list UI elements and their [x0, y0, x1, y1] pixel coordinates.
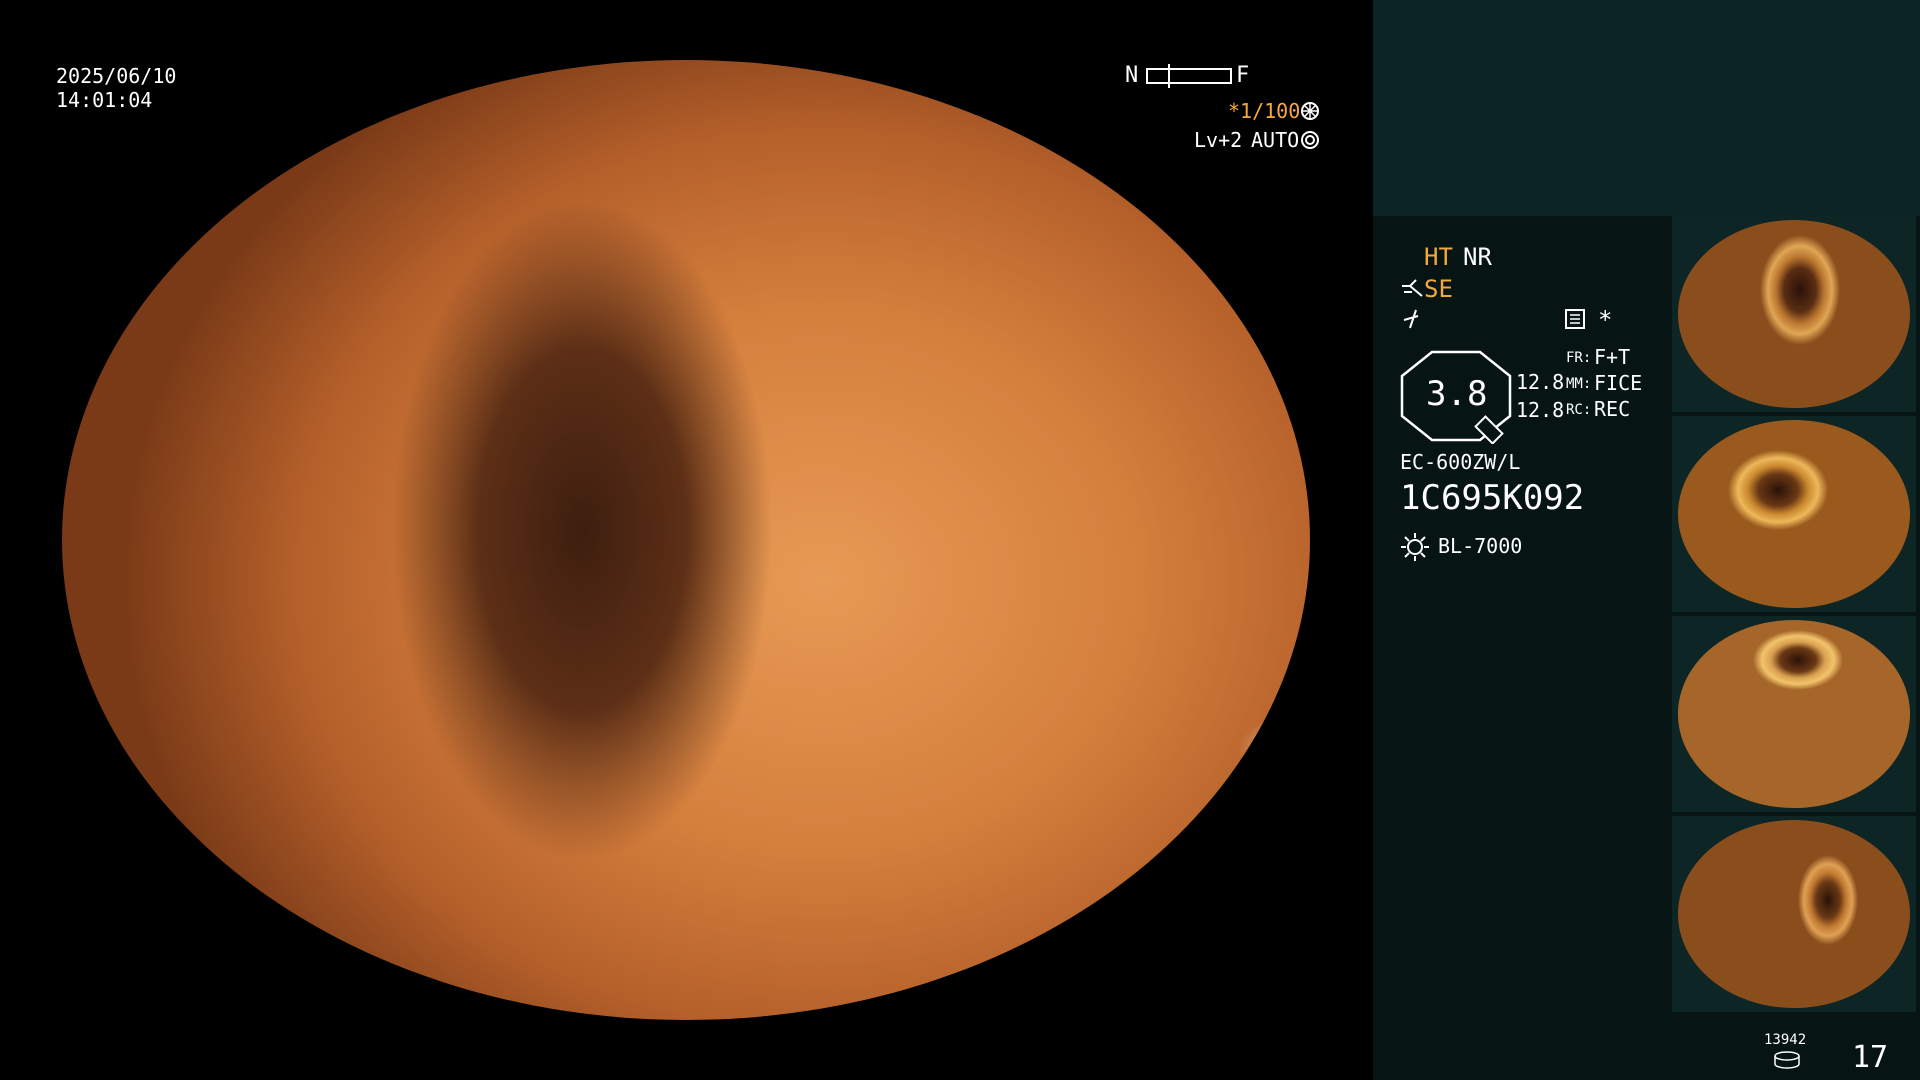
scope-serial: 1C695K092 [1400, 478, 1585, 518]
param-value-1: 12.8 [1516, 370, 1565, 394]
thumbnail-2[interactable] [1672, 416, 1916, 612]
brightness-level: Lv+2 [1194, 128, 1243, 152]
ht-indicator: HT [1424, 243, 1453, 271]
fr-label: FR: [1566, 350, 1592, 366]
thumbnail-1[interactable] [1672, 216, 1916, 412]
iris-mode: AUTO [1251, 128, 1300, 152]
focus-marker [1168, 64, 1170, 88]
storage-count: 13942 [1764, 1032, 1807, 1048]
thumbnail-3[interactable] [1672, 616, 1916, 812]
rc-label: RC: [1566, 402, 1592, 418]
endoscope-image [62, 60, 1310, 1020]
endoscope-view: 2025/06/10 14:01:04 N F *1/100 Lv+2 AUTO [0, 0, 1373, 1080]
time-text: 14:01:04 [56, 88, 153, 112]
param-value-2: 12.8 [1516, 398, 1565, 422]
scissors-icon [1402, 279, 1423, 297]
mm-value: FICE [1594, 371, 1643, 395]
lightning-icon [1403, 309, 1419, 329]
mm-label: MM: [1566, 376, 1592, 392]
rc-value: REC [1594, 397, 1631, 421]
shutter-speed: *1/100 [1228, 99, 1301, 123]
side-panel-header [1373, 0, 1920, 216]
nr-indicator: NR [1463, 243, 1492, 271]
focus-near-label: N [1125, 63, 1139, 88]
shutter-icon [1301, 102, 1319, 120]
light-source-model: BL-7000 [1438, 534, 1523, 558]
fr-value: F+T [1594, 345, 1631, 369]
zoom-value: 3.8 [1426, 374, 1488, 414]
thumbnail-4[interactable] [1672, 816, 1916, 1012]
iris-icon [1301, 131, 1319, 149]
settings-icon [1565, 309, 1585, 329]
focus-far-label: F [1236, 63, 1250, 88]
star-indicator: * [1598, 306, 1613, 334]
image-count: 17 [1852, 1040, 1889, 1075]
light-source-icon [1401, 533, 1429, 561]
se-indicator: SE [1424, 275, 1453, 303]
date-text: 2025/06/10 [56, 64, 177, 88]
focus-bar [1146, 64, 1232, 88]
scope-model: EC-600ZW/L [1400, 450, 1521, 474]
storage-icon [1774, 1051, 1800, 1069]
